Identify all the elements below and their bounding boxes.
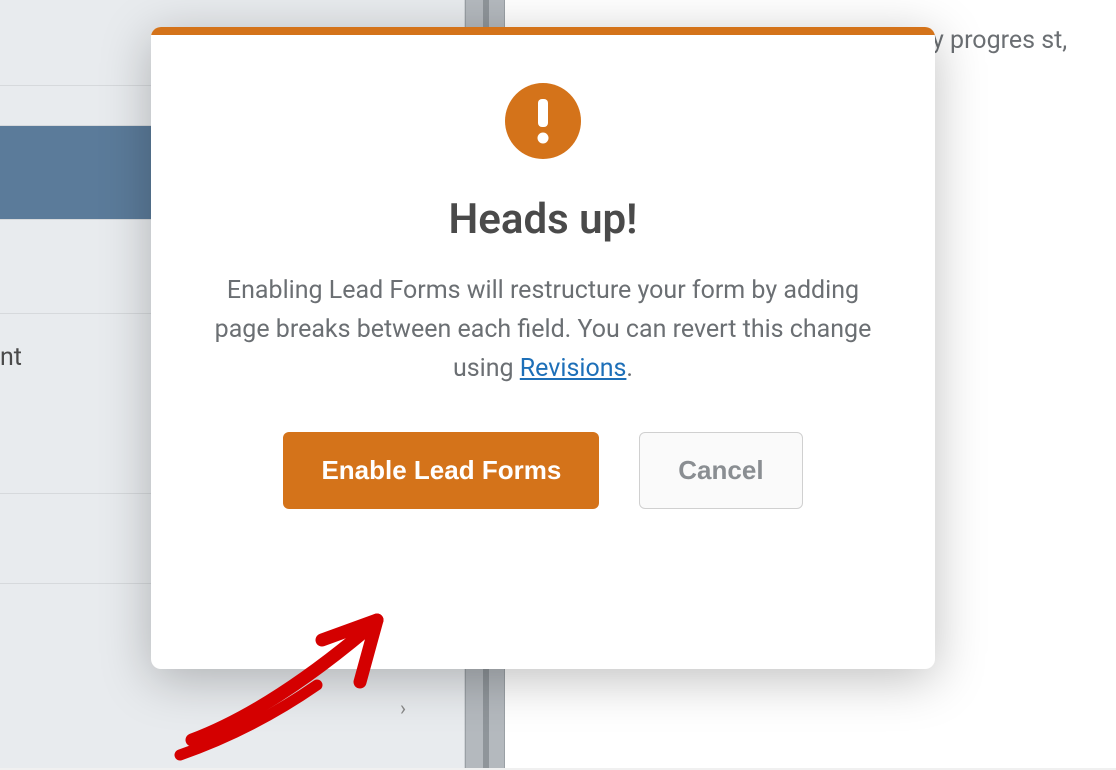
revisions-link[interactable]: Revisions (520, 354, 627, 383)
cancel-button[interactable]: Cancel (639, 432, 802, 509)
confirmation-modal: Heads up! Enabling Lead Forms will restr… (151, 27, 935, 669)
modal-title: Heads up! (191, 195, 895, 244)
modal-description: Enabling Lead Forms will restructure you… (191, 272, 895, 388)
modal-actions: Enable Lead Forms Cancel (191, 432, 895, 509)
modal-description-suffix: . (626, 354, 633, 383)
exclamation-icon (505, 83, 581, 159)
sidebar-item-label: nt (0, 343, 22, 372)
enable-lead-forms-button[interactable]: Enable Lead Forms (283, 432, 599, 509)
modal-accent-bar (151, 27, 935, 35)
chevron-right-icon: › (400, 696, 406, 720)
